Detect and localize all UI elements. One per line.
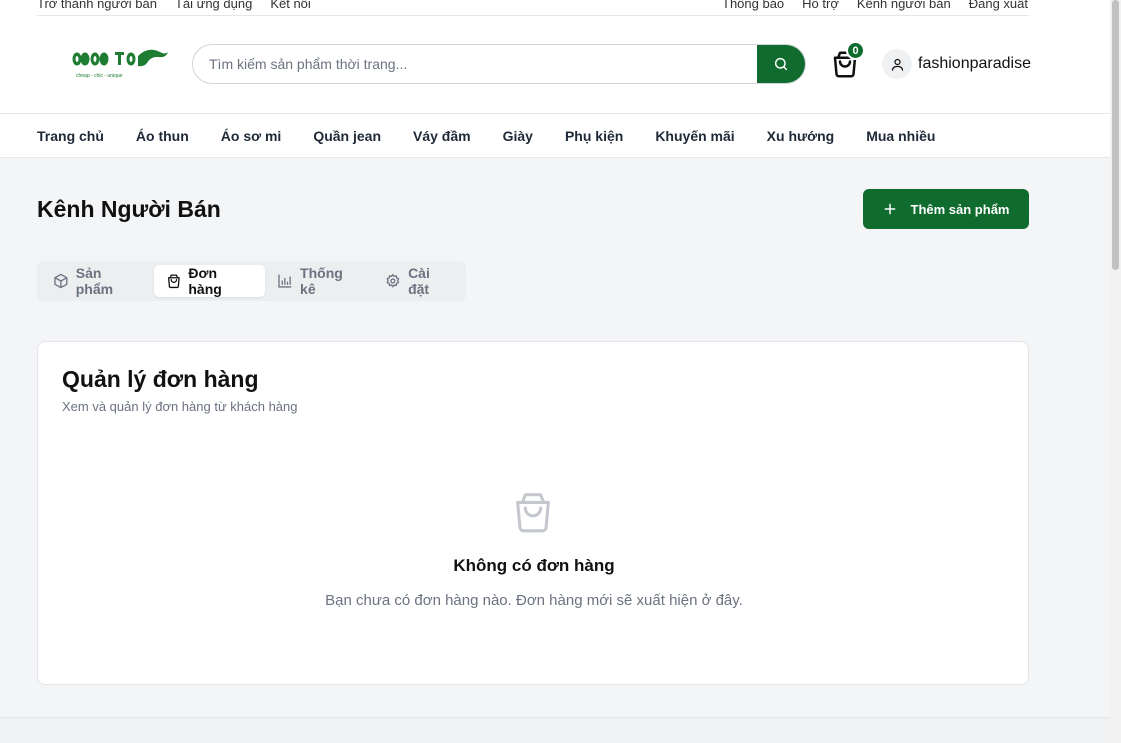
header: Trở thành người bán Tải ứng dụng Kết nối… <box>0 0 1110 113</box>
tab-orders[interactable]: Đơn hàng <box>153 265 266 297</box>
bar-chart-icon <box>278 274 292 288</box>
add-product-label: Thêm sản phẩm <box>910 201 1010 217</box>
top-link-seller-channel[interactable]: Kênh người bán <box>857 0 951 11</box>
empty-state-title: Không có đơn hàng <box>453 556 615 575</box>
top-link-become-seller[interactable]: Trở thành người bán <box>37 0 157 11</box>
cart-count-badge: 0 <box>846 41 865 60</box>
top-link-support[interactable]: Hỗ trợ <box>802 0 839 11</box>
tab-orders-label: Đơn hàng <box>188 265 222 297</box>
nav-item-accessories[interactable]: Phụ kiện <box>565 128 623 144</box>
nav-item-best-sellers[interactable]: Mua nhiều <box>866 128 935 144</box>
user-icon <box>891 58 903 71</box>
empty-state-description: Bạn chưa có đơn hàng nào. Đơn hàng mới s… <box>325 592 743 609</box>
page-title: Kênh Người Bán <box>37 196 221 222</box>
avatar <box>882 49 912 79</box>
tab-settings-label: Cài đặt <box>408 265 430 297</box>
orders-title: Quản lý đơn hàng <box>62 366 259 392</box>
tab-products-label: Sản phẩm <box>75 265 114 297</box>
logo-tagline: cheap - chic - unique <box>76 73 123 79</box>
package-icon <box>54 273 68 289</box>
orders-card: Quản lý đơn hàng Xem và quản lý đơn hàng… <box>37 341 1029 685</box>
nav-item-tshirts[interactable]: Áo thun <box>136 128 189 144</box>
top-link-notifications[interactable]: Thông báo <box>722 0 784 11</box>
top-divider <box>37 15 1029 16</box>
search-bar <box>192 44 806 84</box>
tab-statistics[interactable]: Thống kê <box>265 265 373 297</box>
user-menu[interactable]: fashionparadise <box>882 48 1031 80</box>
search-button[interactable] <box>757 45 805 83</box>
shopping-bag-icon <box>167 274 180 289</box>
search-input[interactable] <box>193 45 759 83</box>
tab-products[interactable]: Sản phẩm <box>41 265 154 297</box>
seller-tabs: Sản phẩm Đơn hàng Thống kê Cài đặt <box>37 261 466 301</box>
scrollbar-thumb[interactable] <box>1112 0 1119 270</box>
top-link-connect[interactable]: Kết nối <box>270 0 310 11</box>
tab-settings[interactable]: Cài đặt <box>373 265 466 297</box>
top-links: Trở thành người bán Tải ứng dụng Kết nối… <box>37 0 1028 15</box>
nav-item-jeans[interactable]: Quần jean <box>313 128 381 144</box>
nav-item-home[interactable]: Trang chủ <box>37 128 104 144</box>
page: Trở thành người bán Tải ứng dụng Kết nối… <box>0 0 1110 743</box>
username: fashionparadise <box>918 55 1031 72</box>
nav-item-shirts[interactable]: Áo sơ mi <box>221 128 282 144</box>
empty-shopping-bag-icon <box>510 488 556 536</box>
footer <box>0 717 1110 743</box>
tab-statistics-label: Thống kê <box>300 265 343 297</box>
logo[interactable]: cheap - chic - unique <box>70 44 170 84</box>
gear-icon <box>386 273 400 288</box>
top-link-logout[interactable]: Đăng xuất <box>969 0 1028 11</box>
plus-icon <box>884 203 895 215</box>
nav-item-promotions[interactable]: Khuyến mãi <box>655 128 734 144</box>
top-link-download-app[interactable]: Tải ứng dụng <box>175 0 252 11</box>
nav-item-shoes[interactable]: Giày <box>503 128 533 144</box>
orders-subtitle: Xem và quản lý đơn hàng từ khách hàng <box>62 399 298 414</box>
nav-item-dresses[interactable]: Váy đầm <box>413 128 471 144</box>
search-icon <box>774 57 788 71</box>
main-nav: Trang chủ Áo thun Áo sơ mi Quần jean Váy… <box>0 113 1110 158</box>
add-product-button[interactable]: Thêm sản phẩm <box>863 189 1029 229</box>
nav-item-trends[interactable]: Xu hướng <box>767 128 835 144</box>
scrollbar[interactable] <box>1110 0 1121 743</box>
top-links-right: Thông báo Hỗ trợ Kênh người bán Đăng xuấ… <box>722 0 1028 11</box>
top-links-left: Trở thành người bán Tải ứng dụng Kết nối <box>37 0 311 11</box>
